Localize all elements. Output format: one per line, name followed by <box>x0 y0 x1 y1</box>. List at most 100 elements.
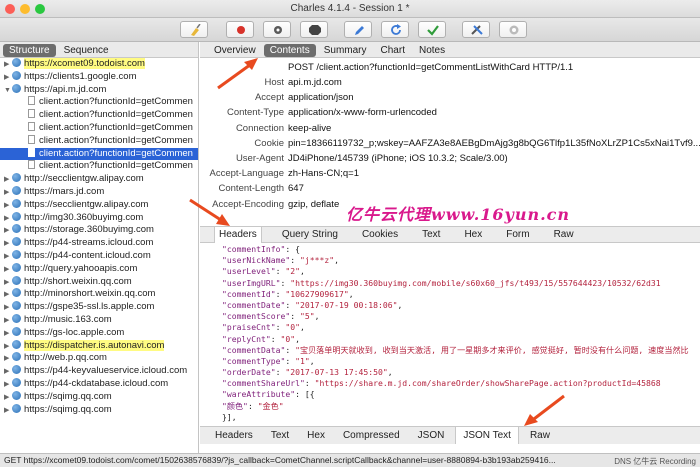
tab-resp-headers[interactable]: Headers <box>208 427 260 444</box>
host-row[interactable]: ▶ https://gspe35-ssl.ls.apple.com <box>0 301 198 314</box>
host-row[interactable]: ▶ https://sqimg.qq.com <box>0 403 198 417</box>
disclosure-closed-icon[interactable]: ▶ <box>4 302 12 314</box>
disclosure-closed-icon[interactable]: ▶ <box>4 328 12 340</box>
disclosure-closed-icon[interactable]: ▶ <box>4 59 12 71</box>
host-row[interactable]: ▶ https://p44-ckdatabase.icloud.com <box>0 377 198 391</box>
tab-resp-json[interactable]: JSON <box>411 427 452 444</box>
row-label: https://clients1.google.com <box>24 70 137 82</box>
host-row[interactable]: ▶ https://storage.360buyimg.com <box>0 224 198 237</box>
host-row[interactable]: ▶ https://secclientgw.alipay.com <box>0 198 198 212</box>
tab-req-query-string[interactable]: Query String <box>278 227 342 242</box>
record-button[interactable] <box>226 21 254 38</box>
disclosure-closed-icon[interactable]: ▶ <box>4 251 12 263</box>
row-label: https://secclientgw.alipay.com <box>24 198 149 210</box>
host-row[interactable]: ▶ https://xcomet09.todoist.com <box>0 58 198 71</box>
host-row[interactable]: ▶ https://p44-streams.icloud.com <box>0 237 198 250</box>
disclosure-closed-icon[interactable]: ▶ <box>4 353 12 365</box>
clear-session-button[interactable] <box>180 21 208 38</box>
host-row[interactable]: ▶ http://secclientgw.alipay.com <box>0 173 198 186</box>
row-label: client.action?functionId=getCommen <box>39 109 193 121</box>
host-row[interactable]: ▶ http://short.weixin.qq.com <box>0 275 198 289</box>
tab-notes[interactable]: Notes <box>413 44 451 57</box>
header-row: Host api.m.jd.com <box>200 75 700 90</box>
host-row[interactable]: ▶ http://img30.360buyimg.com <box>0 211 198 225</box>
tab-contents[interactable]: Contents <box>263 44 316 57</box>
disclosure-closed-icon[interactable]: ▶ <box>4 72 12 84</box>
header-value: JD4iPhone/145739 (iPhone; iOS 10.3.2; Sc… <box>288 153 508 164</box>
throttle-button[interactable] <box>263 21 291 38</box>
globe-icon <box>12 224 21 234</box>
settings-button[interactable] <box>499 21 527 38</box>
record-icon <box>237 26 245 34</box>
disclosure-open-icon[interactable]: ▼ <box>4 85 12 97</box>
throttle-icon <box>274 26 282 34</box>
disclosure-closed-icon[interactable]: ▶ <box>4 238 12 250</box>
request-row[interactable]: client.action?functionId=getCommen <box>0 160 198 173</box>
disclosure-closed-icon[interactable]: ▶ <box>4 225 12 237</box>
host-row[interactable]: ▶ https://dispatcher.is.autonavi.com <box>0 339 198 353</box>
disclosure-closed-icon[interactable]: ▶ <box>4 366 12 378</box>
tab-req-text[interactable]: Text <box>418 227 444 242</box>
stop-icon <box>309 25 321 35</box>
host-row[interactable]: ▶ https://p44-keyvalueservice.icloud.com <box>0 365 198 378</box>
toolbar <box>0 18 700 42</box>
disclosure-closed-icon[interactable]: ▶ <box>4 379 12 391</box>
request-row[interactable]: client.action?functionId=getCommen <box>0 96 198 109</box>
disclosure-closed-icon[interactable]: ▶ <box>4 341 12 353</box>
tab-resp-json-text[interactable]: JSON Text <box>455 427 519 444</box>
disclosure-closed-icon[interactable]: ▶ <box>4 264 12 276</box>
row-label: https://api.m.jd.com <box>24 83 107 95</box>
tab-resp-hex[interactable]: Hex <box>300 427 332 444</box>
host-row[interactable]: ▶ https://clients1.google.com <box>0 70 198 84</box>
tab-summary[interactable]: Summary <box>318 44 373 57</box>
row-label: client.action?functionId=getCommen <box>39 134 193 146</box>
compose-button[interactable] <box>344 21 372 38</box>
row-label: client.action?functionId=getCommen <box>39 160 193 172</box>
host-row[interactable]: ▶ https://sqimg.qq.com <box>0 390 198 404</box>
host-row[interactable]: ▶ https://p44-content.icloud.com <box>0 249 198 263</box>
tab-resp-text[interactable]: Text <box>264 427 296 444</box>
row-label: https://storage.360buyimg.com <box>24 224 154 236</box>
tools-button[interactable] <box>462 21 490 38</box>
tab-req-raw[interactable]: Raw <box>550 227 578 242</box>
disclosure-closed-icon[interactable]: ▶ <box>4 174 12 186</box>
disclosure-closed-icon[interactable]: ▶ <box>4 315 12 327</box>
settings-icon <box>509 25 519 35</box>
disclosure-closed-icon[interactable]: ▶ <box>4 289 12 301</box>
host-row[interactable]: ▶ http://minorshort.weixin.qq.com <box>0 288 198 301</box>
tab-req-cookies[interactable]: Cookies <box>358 227 402 242</box>
globe-icon <box>12 198 21 208</box>
tab-structure[interactable]: Structure <box>3 44 56 57</box>
request-row[interactable]: client.action?functionId=getCommen <box>0 134 198 148</box>
host-row[interactable]: ▶ http://music.163.com <box>0 313 198 327</box>
request-row[interactable]: client.action?functionId=getCommen <box>0 109 198 122</box>
header-value: application/x-www-form-urlencoded <box>288 107 437 119</box>
disclosure-closed-icon[interactable]: ▶ <box>4 213 12 225</box>
row-label: https://sqimg.qq.com <box>24 403 112 415</box>
row-label: client.action?functionId=getCommen <box>39 96 193 108</box>
tab-sequence[interactable]: Sequence <box>58 44 115 57</box>
disclosure-closed-icon[interactable]: ▶ <box>4 187 12 199</box>
disclosure-closed-icon[interactable]: ▶ <box>4 392 12 404</box>
disclosure-closed-icon[interactable]: ▶ <box>4 200 12 212</box>
tab-req-form[interactable]: Form <box>502 227 533 242</box>
request-row[interactable]: client.action?functionId=getCommen <box>0 147 198 161</box>
tab-chart[interactable]: Chart <box>375 44 411 57</box>
host-row[interactable]: ▶ https://mars.jd.com <box>0 185 198 199</box>
validate-button[interactable] <box>418 21 446 38</box>
tab-resp-compressed[interactable]: Compressed <box>336 427 407 444</box>
host-row[interactable]: ▶ http://web.p.qq.com <box>0 352 198 365</box>
host-row[interactable]: ▶ http://query.yahooapis.com <box>0 262 198 276</box>
request-line: POST /client.action?functionId=getCommen… <box>288 62 574 73</box>
row-label: https://p44-keyvalueservice.icloud.com <box>24 365 188 377</box>
json-line: "颜色": "金色" <box>222 400 284 411</box>
tab-req-hex[interactable]: Hex <box>460 227 486 242</box>
host-row[interactable]: ▶ https://gs-loc.apple.com <box>0 326 198 340</box>
disclosure-closed-icon[interactable]: ▶ <box>4 277 12 289</box>
disclosure-closed-icon[interactable]: ▶ <box>4 405 12 417</box>
request-row[interactable]: client.action?functionId=getCommen <box>0 121 198 135</box>
host-row[interactable]: ▼ https://api.m.jd.com <box>0 83 198 97</box>
repeat-button[interactable] <box>381 21 409 38</box>
row-label: https://gspe35-ssl.ls.apple.com <box>24 301 155 313</box>
breakpoints-button[interactable] <box>300 21 328 38</box>
